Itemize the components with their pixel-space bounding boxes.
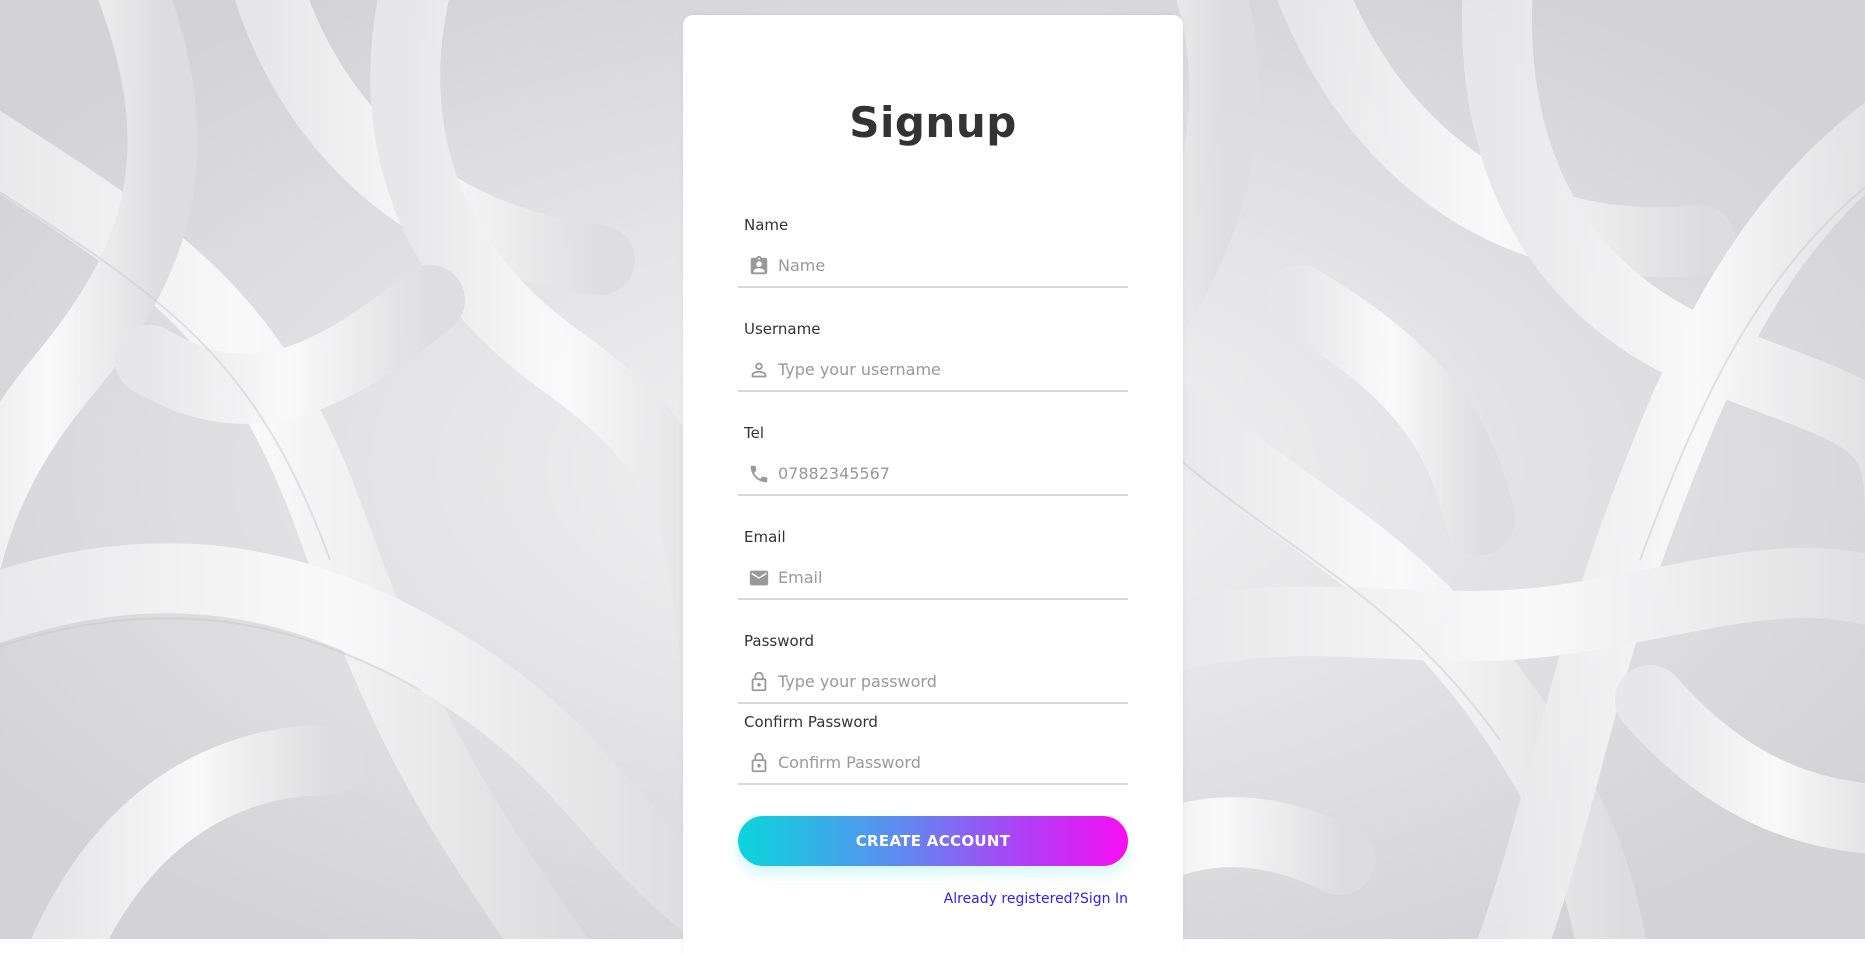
already-registered-text: Already registered? bbox=[943, 891, 1080, 907]
username-input[interactable] bbox=[778, 354, 1118, 384]
phone-icon bbox=[748, 463, 770, 485]
lock-icon bbox=[748, 671, 770, 693]
confirm-password-row bbox=[738, 741, 1128, 785]
tel-label: Tel bbox=[744, 424, 765, 442]
name-row bbox=[738, 244, 1128, 288]
confirm-password-label: Confirm Password bbox=[744, 713, 878, 731]
contact-card-icon bbox=[748, 255, 770, 277]
email-input[interactable] bbox=[778, 562, 1118, 592]
envelope-icon bbox=[748, 567, 770, 589]
signin-prompt: Already registered?Sign In bbox=[944, 892, 1128, 906]
person-icon bbox=[748, 359, 770, 381]
tel-row bbox=[738, 452, 1128, 496]
email-label: Email bbox=[744, 528, 786, 546]
confirm-password-input[interactable] bbox=[778, 747, 1118, 777]
signup-card: Signup Name Username Tel Em bbox=[683, 15, 1183, 955]
sign-in-link[interactable]: Sign In bbox=[1080, 891, 1128, 907]
username-row bbox=[738, 348, 1128, 392]
name-label: Name bbox=[744, 216, 789, 234]
page-title: Signup bbox=[849, 98, 1017, 147]
password-row bbox=[738, 660, 1128, 704]
email-row bbox=[738, 556, 1128, 600]
password-label: Password bbox=[744, 632, 815, 650]
username-label: Username bbox=[744, 320, 821, 338]
name-input[interactable] bbox=[778, 250, 1118, 280]
create-account-button[interactable]: CREATE ACCOUNT bbox=[738, 816, 1128, 866]
lock-icon bbox=[748, 752, 770, 774]
password-input[interactable] bbox=[778, 666, 1118, 696]
tel-input[interactable] bbox=[778, 458, 1118, 488]
